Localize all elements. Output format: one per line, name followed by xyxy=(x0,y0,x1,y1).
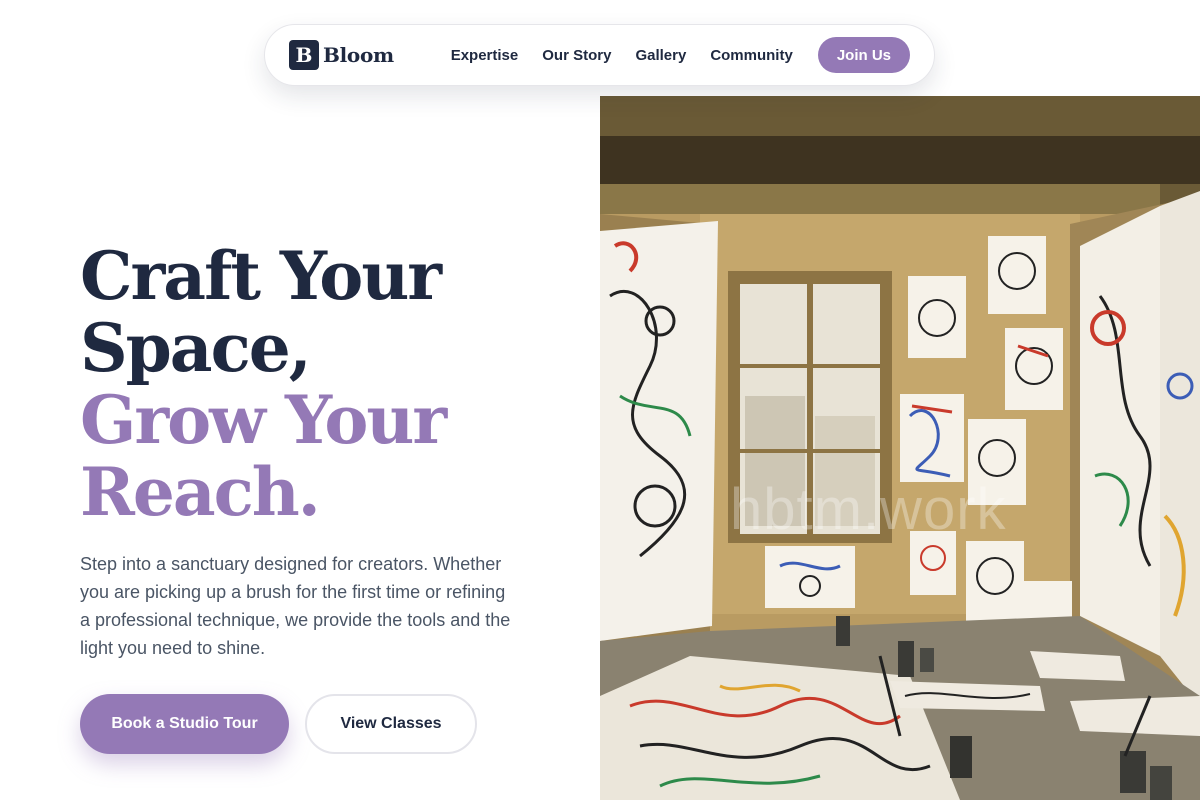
nav-link-our-story[interactable]: Our Story xyxy=(542,47,611,64)
nav-links: Expertise Our Story Gallery Community xyxy=(451,47,793,64)
nav-link-expertise[interactable]: Expertise xyxy=(451,47,519,64)
view-classes-button[interactable]: View Classes xyxy=(305,694,477,754)
headline-line-1: Craft Your xyxy=(80,237,442,315)
brand-name: Bloom xyxy=(323,43,394,67)
headline-line-3: Grow Your xyxy=(80,381,447,459)
hero-headline: Craft Your Space, Grow Your Reach. xyxy=(80,237,447,531)
nav-link-gallery[interactable]: Gallery xyxy=(635,47,686,64)
nav-link-community[interactable]: Community xyxy=(710,47,793,64)
hero-studio-photo: hbtm.work xyxy=(600,96,1200,800)
hero-description: Step into a sanctuary designed for creat… xyxy=(80,554,511,658)
studio-illustration xyxy=(600,96,1200,800)
headline-line-2: Space, xyxy=(80,309,312,387)
book-studio-tour-button[interactable]: Book a Studio Tour xyxy=(80,694,289,754)
join-us-button[interactable]: Join Us xyxy=(817,37,910,73)
headline-line-4: Reach. xyxy=(80,453,321,531)
brand-mark-icon: B xyxy=(289,40,319,70)
top-navigation: B Bloom Expertise Our Story Gallery Comm… xyxy=(264,24,935,86)
image-watermark: hbtm.work xyxy=(730,477,1007,542)
brand-logo[interactable]: B Bloom xyxy=(289,40,394,70)
